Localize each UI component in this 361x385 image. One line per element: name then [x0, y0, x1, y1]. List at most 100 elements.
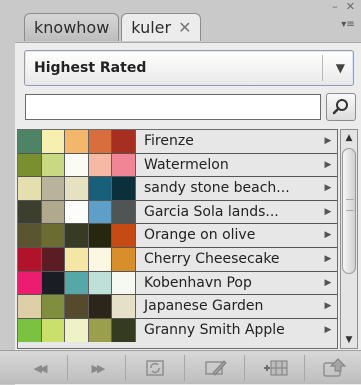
- previous-icon[interactable]: ◀◀: [22, 357, 56, 379]
- color-swatch: [65, 247, 89, 271]
- row-arrow-icon[interactable]: ▶: [319, 177, 337, 200]
- color-swatch: [112, 177, 136, 200]
- color-swatch: [41, 224, 66, 247]
- panel-tabs: knowhow kuler ✕: [24, 13, 202, 42]
- theme-row[interactable]: Kobenhavn Pop ▶: [18, 271, 337, 296]
- color-swatch: [65, 271, 89, 295]
- search-button[interactable]: [326, 93, 356, 121]
- theme-name: Kobenhavn Pop: [144, 274, 252, 291]
- scroll-grip: [346, 199, 354, 211]
- theme-name: Japanese Garden: [144, 298, 264, 315]
- tab-label: kuler: [131, 18, 172, 37]
- dropdown-arrow-icon[interactable]: ▼: [336, 61, 345, 75]
- panel-menu-icon[interactable]: ▾≡: [341, 18, 355, 32]
- scroll-up-icon[interactable]: ▲: [341, 130, 357, 146]
- swatch-strip: [18, 200, 136, 224]
- close-panel-icon[interactable]: ✕: [346, 0, 355, 14]
- toolbar-divider: [304, 355, 305, 381]
- color-swatch: [41, 177, 66, 200]
- theme-name: Firenze: [144, 133, 194, 149]
- color-swatch: [18, 318, 42, 343]
- toolbar-divider: [184, 355, 185, 381]
- color-swatch: [41, 130, 66, 153]
- search-input[interactable]: [25, 94, 321, 120]
- swatch-strip: [18, 271, 136, 295]
- tab-knowhow[interactable]: knowhow: [24, 13, 120, 41]
- row-arrow-icon[interactable]: ▶: [319, 154, 337, 177]
- color-swatch: [88, 130, 113, 153]
- color-swatch: [18, 224, 42, 247]
- color-swatch: [18, 153, 42, 177]
- panel-window-controls: – ✕: [332, 0, 355, 14]
- refresh-icon[interactable]: [139, 357, 173, 379]
- next-icon[interactable]: ▶▶: [80, 357, 114, 379]
- color-swatch: [112, 271, 136, 295]
- filter-selected-value: Highest Rated: [34, 60, 147, 76]
- tab-kuler[interactable]: kuler ✕: [121, 13, 202, 41]
- theme-row[interactable]: Cherry Cheesecake ▶: [18, 247, 337, 272]
- theme-name: Orange on olive: [144, 227, 256, 244]
- color-swatch: [65, 130, 89, 153]
- row-arrow-icon[interactable]: ▶: [319, 272, 337, 295]
- color-swatch: [65, 177, 89, 200]
- previous-glyph: ◀◀: [33, 361, 48, 375]
- color-swatch: [112, 130, 136, 153]
- toolbar-divider: [67, 355, 68, 381]
- theme-row[interactable]: Orange on olive ▶: [18, 224, 337, 248]
- theme-name: Watermelon: [144, 156, 229, 173]
- color-swatch: [88, 247, 113, 271]
- color-swatch: [65, 295, 89, 318]
- row-arrow-icon[interactable]: ▶: [319, 224, 337, 247]
- theme-row[interactable]: Watermelon ▶: [18, 153, 337, 178]
- collapse-icon[interactable]: –: [332, 0, 338, 14]
- upload-svg: [323, 358, 347, 377]
- theme-row[interactable]: sandy stone beach... ▶: [18, 177, 337, 201]
- edit-theme-icon[interactable]: [199, 357, 233, 379]
- refresh-svg: [146, 360, 164, 376]
- toolbar-divider: [244, 355, 245, 381]
- scroll-thumb[interactable]: [342, 148, 356, 274]
- kuler-panel: Highest Rated ▼ Firenze ▶ Watermelon ▶ s…: [15, 42, 361, 385]
- color-swatch: [88, 224, 113, 247]
- color-swatch: [112, 200, 136, 224]
- row-arrow-icon[interactable]: ▶: [319, 248, 337, 271]
- next-glyph: ▶▶: [91, 361, 106, 375]
- color-swatch: [112, 224, 136, 247]
- color-swatch: [112, 247, 136, 271]
- scroll-down-icon[interactable]: ▼: [341, 332, 357, 348]
- color-swatch: [88, 153, 113, 177]
- swatch-strip: [18, 295, 136, 318]
- color-swatch: [41, 247, 66, 271]
- color-swatch: [18, 247, 42, 271]
- row-arrow-icon[interactable]: ▶: [319, 201, 337, 224]
- theme-name: Granny Smith Apple: [144, 321, 285, 338]
- color-swatch: [112, 318, 136, 343]
- swatch-strip: [18, 130, 136, 153]
- add-to-swatches-icon[interactable]: [259, 357, 293, 379]
- row-arrow-icon[interactable]: ▶: [319, 319, 337, 343]
- filter-dropdown[interactable]: Highest Rated ▼: [24, 50, 354, 86]
- row-arrow-icon[interactable]: ▶: [319, 130, 337, 153]
- toolbar-divider: [125, 355, 126, 381]
- color-swatch: [41, 271, 66, 295]
- dropdown-separator: [322, 55, 323, 81]
- row-arrow-icon[interactable]: ▶: [319, 295, 337, 318]
- color-swatch: [88, 295, 113, 318]
- theme-name: Garcia Sola lands...: [144, 203, 279, 220]
- list-scrollbar[interactable]: ▲ ▼: [340, 129, 358, 349]
- theme-list: Firenze ▶ Watermelon ▶ sandy stone beach…: [17, 129, 338, 349]
- color-swatch: [65, 224, 89, 247]
- theme-row[interactable]: Japanese Garden ▶: [18, 295, 337, 319]
- theme-row[interactable]: Firenze ▶: [18, 130, 337, 154]
- color-swatch: [88, 200, 113, 224]
- upload-icon[interactable]: [318, 357, 352, 379]
- theme-row[interactable]: Garcia Sola lands... ▶: [18, 200, 337, 225]
- swatch-strip: [18, 224, 136, 247]
- color-swatch: [65, 200, 89, 224]
- color-swatch: [18, 130, 42, 153]
- theme-name: sandy stone beach...: [144, 180, 290, 197]
- add-swatches-svg: [264, 360, 288, 376]
- close-tab-icon[interactable]: ✕: [178, 18, 191, 37]
- theme-row[interactable]: Granny Smith Apple ▶: [18, 318, 337, 343]
- color-swatch: [41, 295, 66, 318]
